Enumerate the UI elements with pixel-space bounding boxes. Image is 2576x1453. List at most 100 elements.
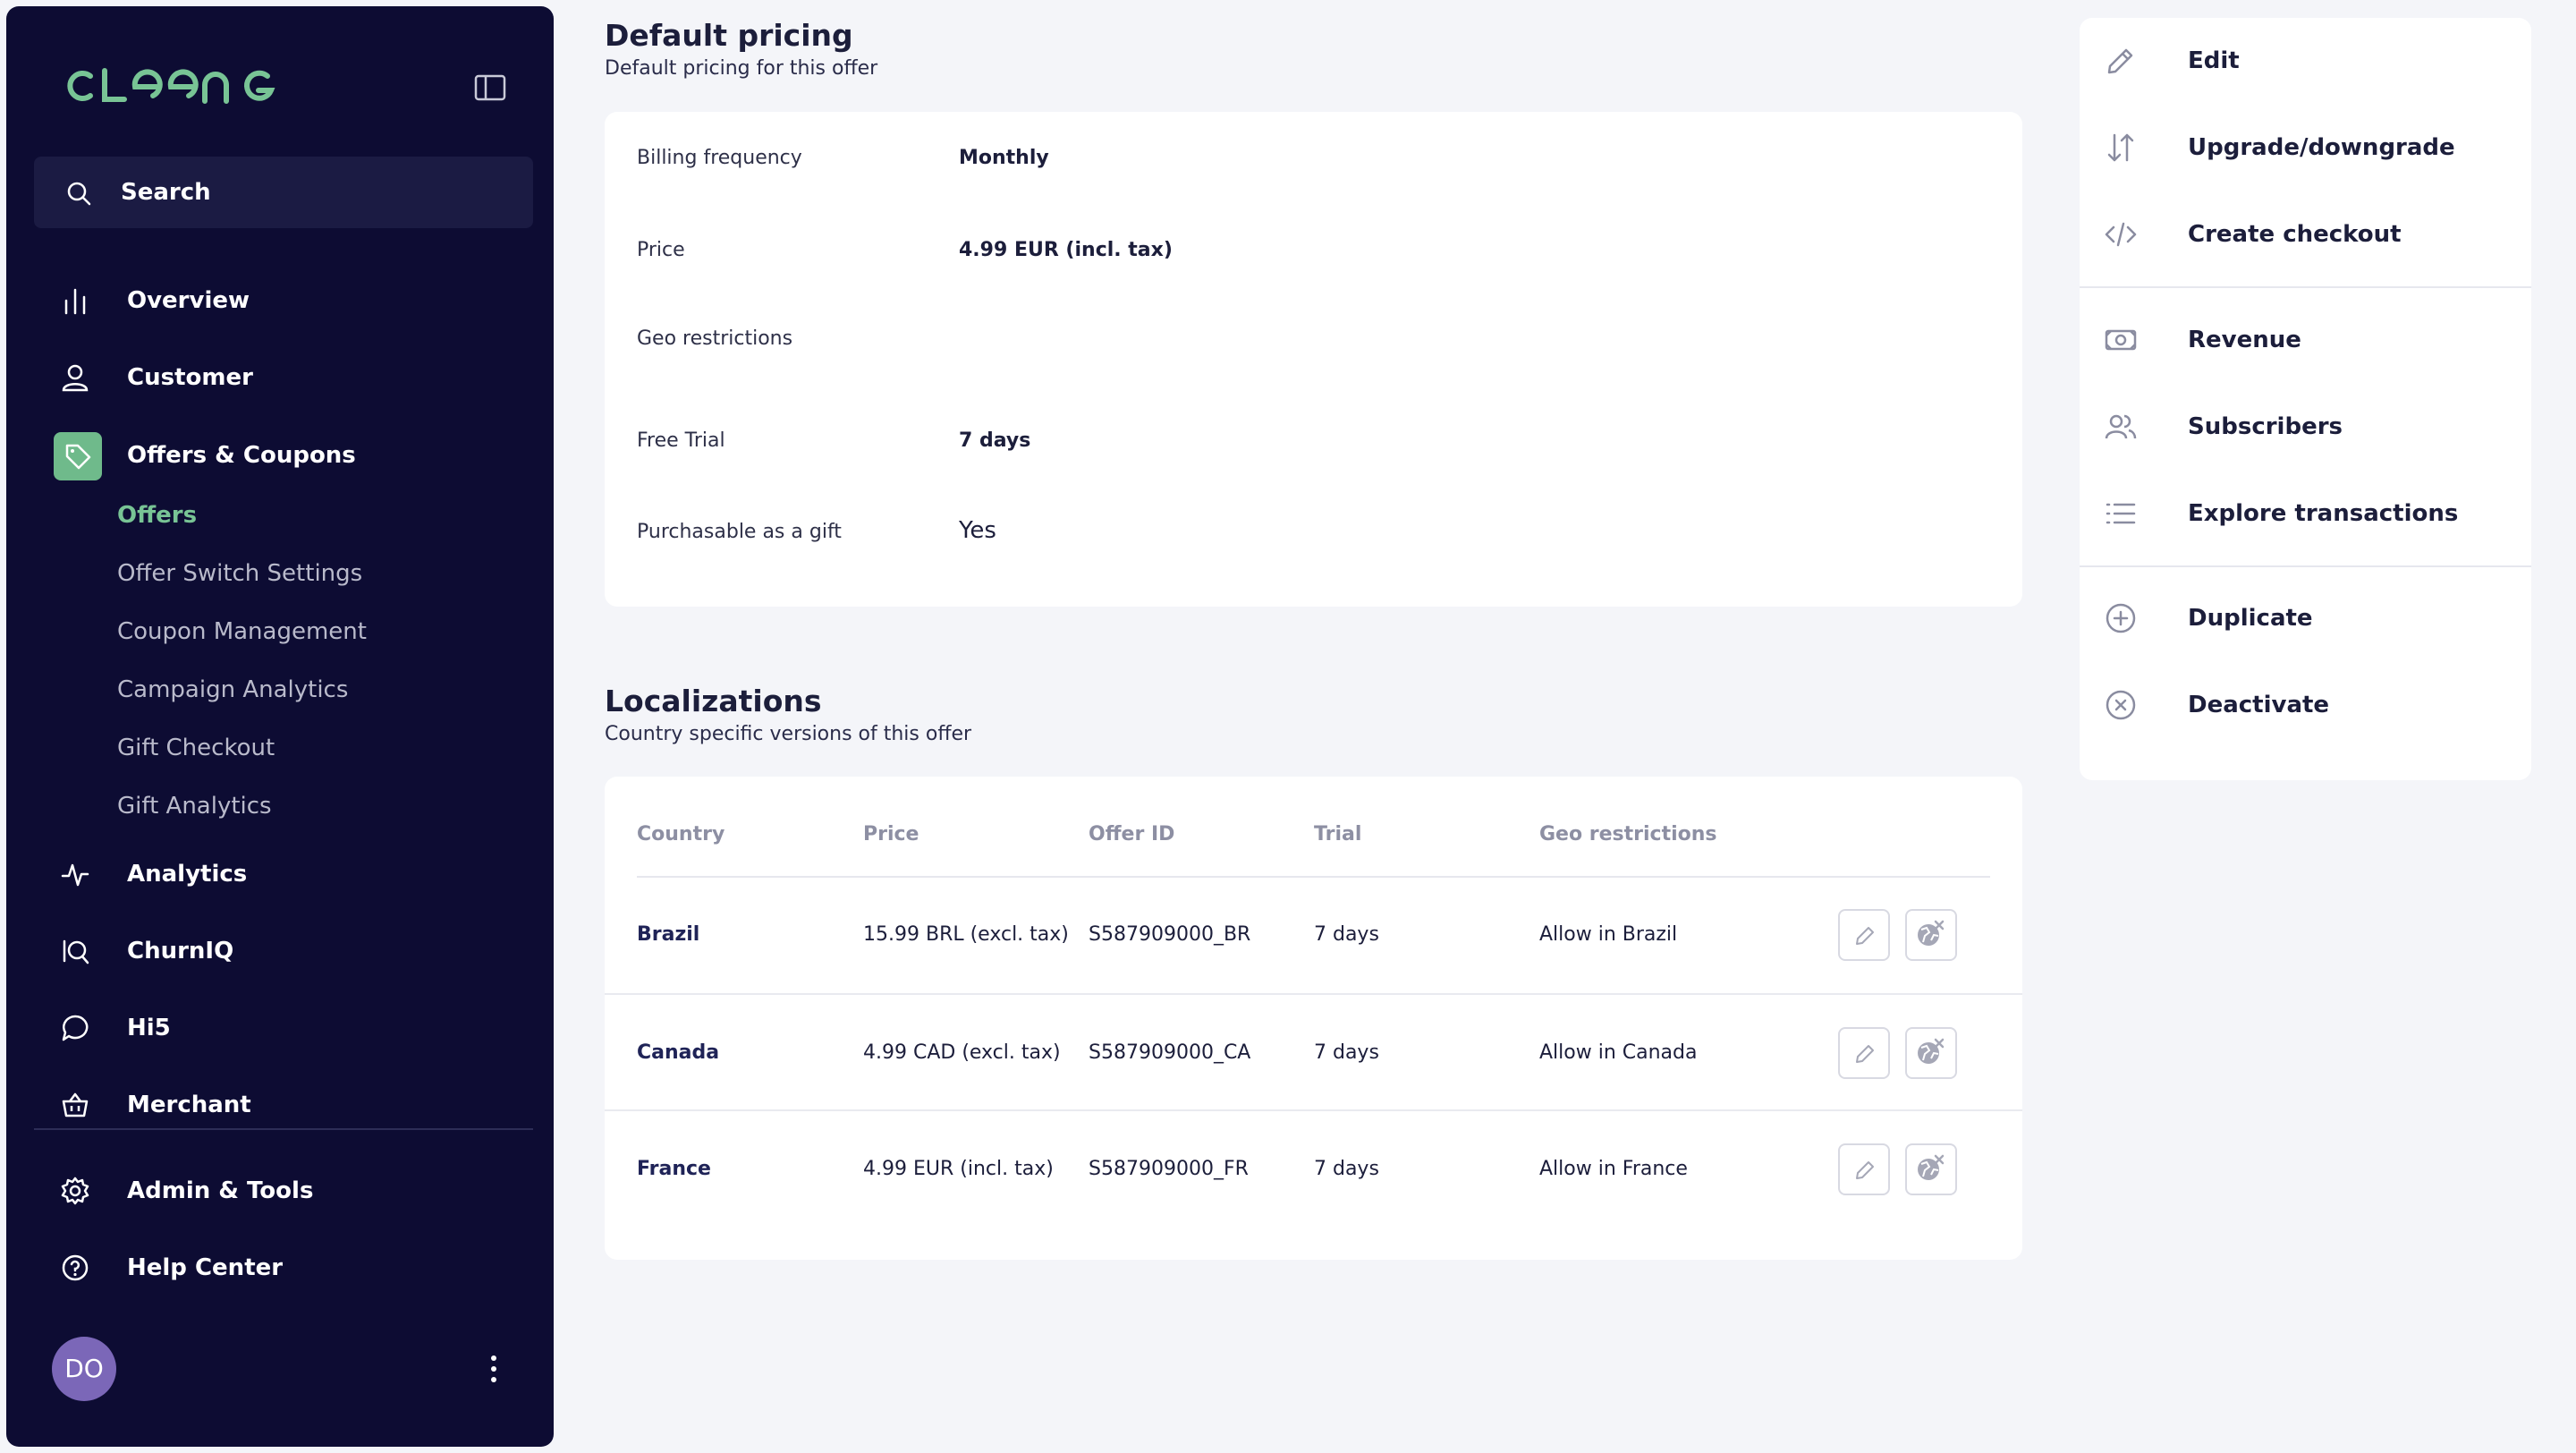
banknote-icon: [2105, 329, 2137, 351]
action-checkout-label: Create checkout: [2188, 221, 2402, 248]
pencil-icon: [1856, 1161, 1874, 1179]
action-subscribers[interactable]: Subscribers: [2080, 384, 2531, 470]
cell-offer-id: S587909000_CA: [1089, 1041, 1251, 1064]
gear-icon: [61, 1177, 89, 1205]
plus-circle-icon: [2106, 603, 2136, 633]
cell-geo-restrictions: Allow in Brazil: [1539, 923, 1678, 946]
nav-hi5-label: Hi5: [127, 1015, 171, 1041]
basket-icon: [62, 1092, 89, 1117]
localizations-table: Country Price Offer ID Trial Geo restric…: [605, 777, 2022, 1260]
default-pricing-card: Billing frequency Monthly Price 4.99 EUR…: [605, 112, 2022, 607]
sidebar-divider: [34, 1128, 533, 1130]
logo-wordmark: [67, 68, 275, 104]
pencil-icon: [1856, 1045, 1874, 1063]
nav-offers-coupons[interactable]: Offers & Coupons: [34, 427, 533, 484]
subnav-gift-checkout[interactable]: Gift Checkout: [117, 726, 275, 769]
user-icon: [62, 364, 89, 392]
action-deactivate-label: Deactivate: [2188, 692, 2330, 718]
action-transactions-label: Explore transactions: [2188, 500, 2459, 527]
users-icon: [2105, 414, 2137, 439]
offer-actions-panel: Edit Upgrade/downgrade Create checkout R…: [2080, 18, 2531, 780]
cell-country[interactable]: Canada: [637, 995, 719, 1111]
localizations-title: Localizations: [605, 684, 822, 718]
help-circle-icon: [62, 1254, 89, 1281]
column-header-geo-restrictions[interactable]: Geo restrictions: [1539, 823, 1717, 845]
remove-geo-button[interactable]: [1905, 1143, 1957, 1195]
subnav-campaign-analytics[interactable]: Campaign Analytics: [117, 668, 348, 711]
gift-purchasable-value: Yes: [959, 517, 996, 544]
nav-help-center-label: Help Center: [127, 1254, 284, 1281]
action-duplicate[interactable]: Duplicate: [2080, 575, 2531, 661]
action-create-checkout[interactable]: Create checkout: [2080, 191, 2531, 277]
nav-customer-label: Customer: [127, 364, 253, 391]
edit-localization-button[interactable]: [1838, 909, 1890, 961]
edit-localization-button[interactable]: [1838, 1143, 1890, 1195]
nav-analytics-label: Analytics: [127, 861, 248, 888]
free-trial-label: Free Trial: [637, 429, 725, 452]
billing-frequency-label: Billing frequency: [637, 147, 802, 169]
subnav-coupon-management[interactable]: Coupon Management: [117, 610, 367, 653]
x-circle-icon: [2106, 690, 2136, 720]
cell-trial: 7 days: [1314, 1041, 1379, 1064]
action-revenue-label: Revenue: [2188, 327, 2301, 353]
localizations-subtitle: Country specific versions of this offer: [605, 723, 972, 745]
cell-price: 4.99 EUR (incl. tax): [863, 1158, 1054, 1180]
billing-frequency-value: Monthly: [959, 147, 1049, 169]
nav-offers-coupons-label: Offers & Coupons: [127, 442, 356, 469]
sidebar-collapse-button[interactable]: [468, 69, 513, 106]
cell-geo-restrictions: Allow in France: [1539, 1158, 1688, 1180]
remove-geo-button[interactable]: [1905, 1027, 1957, 1079]
cell-offer-id: S587909000_BR: [1089, 923, 1251, 946]
globe-off-icon: [1918, 920, 1945, 946]
action-upgrade-downgrade[interactable]: Upgrade/downgrade: [2080, 105, 2531, 191]
sidebar-collapse-icon: [474, 74, 506, 101]
cell-country[interactable]: France: [637, 1111, 711, 1228]
nav-analytics[interactable]: Analytics: [34, 845, 533, 903]
subnav-gift-analytics[interactable]: Gift Analytics: [117, 785, 272, 828]
chat-bubble-icon: [62, 1015, 89, 1041]
user-menu-button[interactable]: [480, 1354, 507, 1384]
cell-country[interactable]: Brazil: [637, 877, 699, 993]
nav-customer[interactable]: Customer: [34, 349, 533, 406]
cell-price: 15.99 BRL (excl. tax): [863, 923, 1069, 946]
action-duplicate-label: Duplicate: [2188, 605, 2313, 632]
cell-price: 4.99 CAD (excl. tax): [863, 1041, 1061, 1064]
action-deactivate[interactable]: Deactivate: [2080, 662, 2531, 748]
column-header-price[interactable]: Price: [863, 823, 919, 845]
cell-trial: 7 days: [1314, 1158, 1379, 1180]
nav-admin-tools[interactable]: Admin & Tools: [34, 1162, 533, 1219]
tag-icon: [65, 444, 91, 470]
user-avatar[interactable]: DO: [52, 1337, 116, 1401]
cleeng-logo[interactable]: [60, 64, 285, 108]
nav-overview[interactable]: Overview: [34, 272, 533, 329]
actions-divider: [2080, 565, 2531, 567]
tag-icon-badge: [54, 432, 102, 480]
table-row: Canada 4.99 CAD (excl. tax) S587909000_C…: [605, 993, 2022, 1109]
edit-localization-button[interactable]: [1838, 1027, 1890, 1079]
subnav-offers[interactable]: Offers: [117, 494, 197, 537]
search-icon: [67, 182, 91, 206]
nav-hi5[interactable]: Hi5: [34, 999, 533, 1057]
remove-geo-button[interactable]: [1905, 909, 1957, 961]
nav-churniq-label: ChurnIQ: [127, 938, 234, 964]
search-input[interactable]: Search: [34, 157, 533, 228]
search-label: Search: [121, 179, 211, 206]
pencil-icon: [2107, 48, 2133, 74]
default-pricing-subtitle: Default pricing for this offer: [605, 57, 878, 80]
bar-chart-icon: [64, 288, 86, 315]
geo-restrictions-label: Geo restrictions: [637, 327, 793, 350]
pencil-icon: [1856, 927, 1874, 945]
column-header-offer-id[interactable]: Offer ID: [1089, 823, 1174, 845]
action-revenue[interactable]: Revenue: [2080, 297, 2531, 383]
nav-help-center[interactable]: Help Center: [34, 1239, 533, 1296]
subnav-offer-switch-settings[interactable]: Offer Switch Settings: [117, 552, 362, 595]
nav-churniq[interactable]: ChurnIQ: [34, 922, 533, 980]
action-edit[interactable]: Edit: [2080, 18, 2531, 104]
column-header-country[interactable]: Country: [637, 823, 724, 845]
column-header-trial[interactable]: Trial: [1314, 823, 1361, 845]
action-explore-transactions[interactable]: Explore transactions: [2080, 471, 2531, 557]
arrows-up-down-icon: [2107, 133, 2134, 162]
nav-merchant[interactable]: Merchant: [34, 1076, 533, 1134]
sidebar: Search Overview Customer Offers & Coupon…: [6, 6, 554, 1447]
table-row: France 4.99 EUR (incl. tax) S587909000_F…: [605, 1109, 2022, 1226]
